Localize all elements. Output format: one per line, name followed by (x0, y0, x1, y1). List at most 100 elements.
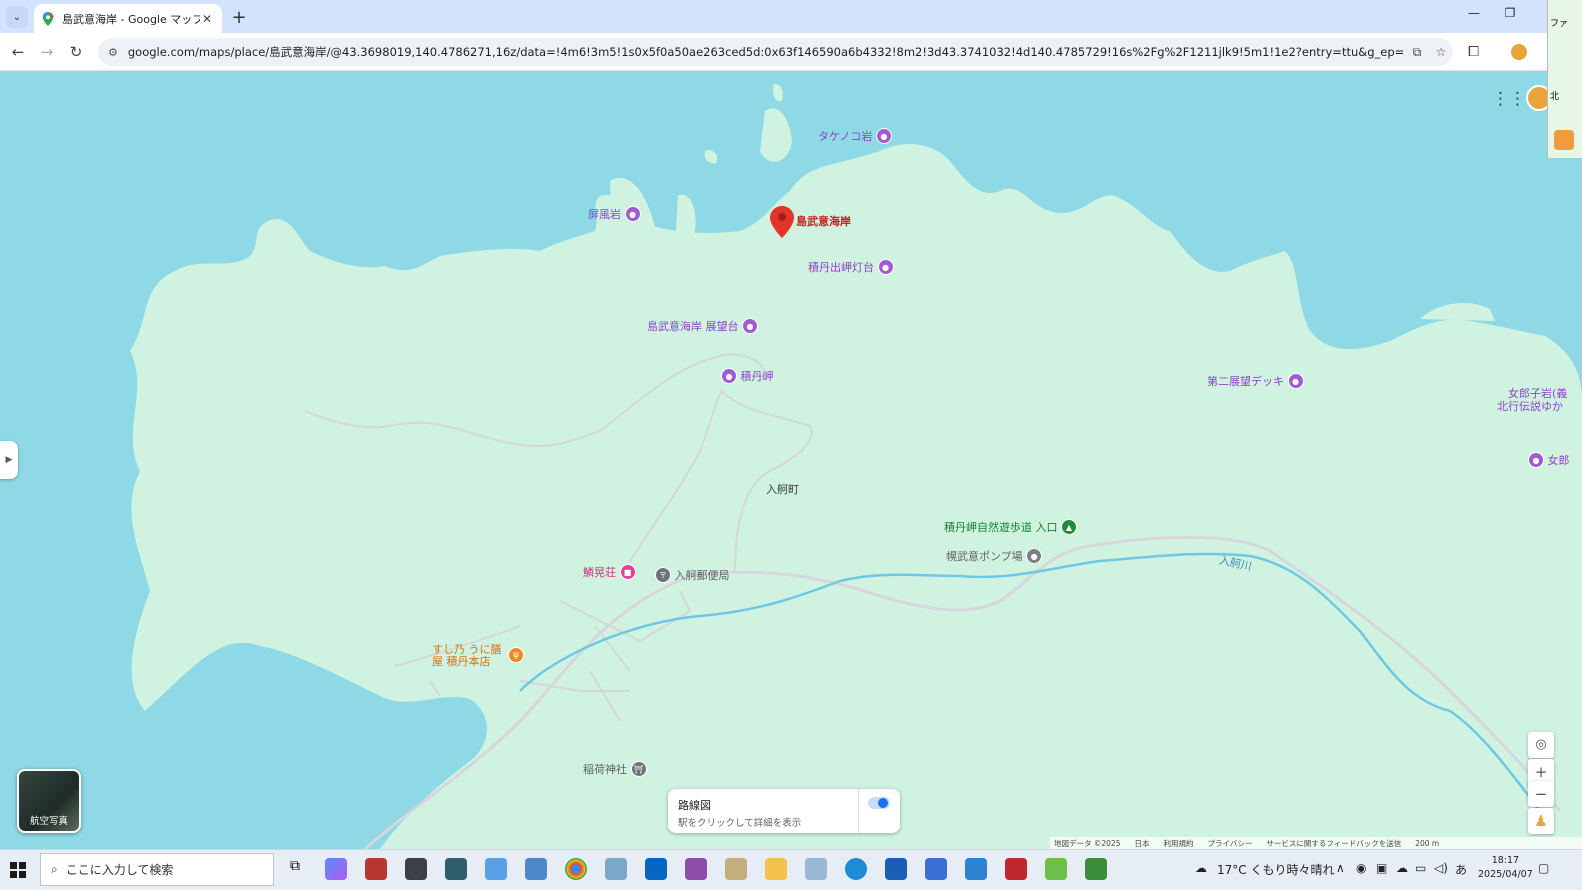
store-icon[interactable] (885, 858, 907, 880)
terms-link[interactable]: 利用規約 (1163, 838, 1193, 849)
poi-label: 鱗晃荘 (583, 566, 616, 579)
weather-icon[interactable]: ☁ (1195, 861, 1207, 875)
post-office-icon: 〒 (655, 567, 671, 583)
forward-icon[interactable]: → (37, 42, 57, 62)
restore-icon[interactable]: ❐ (1500, 6, 1520, 20)
pegman-icon[interactable]: ♟ (1528, 808, 1554, 834)
poi-label: 屋 積丹本店 (432, 655, 491, 668)
privacy-link[interactable]: プライバシー (1207, 838, 1252, 849)
aerial-layer-button[interactable]: 航空写真 (17, 769, 81, 833)
minimize-icon[interactable]: — (1464, 6, 1484, 20)
reload-icon[interactable]: ↻ (66, 42, 86, 62)
poi-label: タケノコ岩 (818, 130, 873, 143)
app-icon-1[interactable] (365, 858, 387, 880)
poi-byobu-rock[interactable]: 屏風岩 ● (588, 206, 641, 222)
app-icon-13[interactable] (1045, 858, 1067, 880)
file-explorer-icon[interactable] (765, 858, 787, 880)
poi-jorou-right[interactable]: ● 女郎 (1528, 452, 1570, 468)
cloud-icon[interactable]: ☁ (1396, 861, 1408, 875)
viewpoint-icon: ● (624, 206, 641, 222)
clock[interactable]: 18:17 2025/04/07 (1478, 854, 1533, 882)
weather-text[interactable]: 17°C くもり時々晴れ (1217, 861, 1334, 878)
app-icon-9[interactable] (805, 858, 827, 880)
poi-ryokan[interactable]: 鱗晃荘 ■ (583, 564, 636, 580)
copilot-icon[interactable] (325, 858, 347, 880)
transit-subtitle: 駅をクリックして詳細を表示 (678, 818, 802, 829)
my-location-icon[interactable]: ◎ (1528, 732, 1554, 758)
poi-label: 第二展望デッキ (1207, 375, 1284, 388)
poi-post-office[interactable]: 〒 入舸郵便局 (655, 567, 730, 583)
tray-chevron-icon[interactable]: ∧ (1336, 861, 1345, 875)
browser-toolbar: ← → ↻ ⚙ google.com/maps/place/島武意海岸/@43.… (0, 33, 1582, 71)
poi-deck2[interactable]: 第二展望デッキ ● (1207, 373, 1304, 389)
app-icon-11[interactable] (965, 858, 987, 880)
poi-shrine[interactable]: 稲荷神社 ⛩ (583, 761, 647, 777)
tab-close-icon[interactable]: ✕ (200, 12, 214, 26)
app-icon-12[interactable] (1005, 858, 1027, 880)
chrome-icon[interactable] (565, 858, 587, 880)
app-icon-7[interactable] (685, 858, 707, 880)
app-icon-14[interactable] (1085, 858, 1107, 880)
poi-label: 島武意海岸 (796, 215, 851, 228)
divider (858, 789, 859, 833)
notification-icon[interactable]: ▢ (1538, 861, 1549, 875)
poi-observatory[interactable]: 島武意海岸 展望台 ● (647, 318, 758, 334)
tab-search-button[interactable]: ⌄ (6, 6, 28, 28)
scale-label[interactable]: 200 m (1415, 839, 1439, 848)
overlapping-window[interactable]: ファ 北 (1547, 0, 1582, 158)
new-tab-button[interactable]: + (230, 7, 248, 28)
app-icon-3[interactable] (445, 858, 467, 880)
site-info-icon[interactable]: ⚙ (108, 46, 118, 59)
windows-start-icon[interactable] (10, 862, 26, 878)
viewpoint-icon: ● (742, 318, 758, 334)
install-app-icon[interactable]: ⧉ (1405, 45, 1429, 60)
poi-pump[interactable]: 幌武意ポンプ場 ● (946, 548, 1043, 564)
app-icon-6[interactable] (605, 858, 627, 880)
address-bar[interactable]: ⚙ google.com/maps/place/島武意海岸/@43.369801… (98, 38, 1453, 66)
outlook-icon[interactable] (645, 858, 667, 880)
country-link[interactable]: 日本 (1134, 838, 1149, 849)
app-icon-4[interactable] (485, 858, 507, 880)
browser-tab[interactable]: 島武意海岸 - Google マップ ✕ (34, 4, 222, 33)
poi-shimamui-coast[interactable]: 島武意海岸 (796, 213, 851, 229)
expand-sidebar-button[interactable]: ▶ (0, 441, 18, 479)
transit-toggle[interactable] (868, 797, 890, 809)
app-icon-2[interactable] (405, 858, 427, 880)
peek-button[interactable] (1554, 130, 1574, 150)
app-icon-8[interactable] (725, 858, 747, 880)
extensions-icon[interactable]: ⧠ (1468, 44, 1479, 60)
poi-takenoko-rock[interactable]: タケノコ岩 ● (818, 128, 892, 144)
location-marker-icon[interactable] (770, 206, 794, 238)
ime-indicator[interactable]: あ (1455, 861, 1467, 878)
poi-jorouko-2[interactable]: 北行伝説ゆか (1497, 398, 1563, 414)
transit-layer-card[interactable]: 路線図 駅をクリックして詳細を表示 (668, 789, 900, 833)
peek-text-1: ファ (1550, 19, 1569, 29)
tray-record-icon[interactable]: ◉ (1356, 861, 1366, 875)
task-view-icon[interactable]: ⧉ (284, 858, 306, 880)
map-canvas[interactable]: 島武意海岸 タケノコ岩 ● 屏風岩 ● 積丹出岬灯台 ● 島武意海岸 展望台 ●… (0, 71, 1582, 849)
shrine-icon: ⛩ (630, 761, 647, 777)
bookmark-star-icon[interactable]: ☆ (1429, 45, 1453, 59)
feedback-link[interactable]: サービスに関するフィードバックを送信 (1266, 838, 1401, 849)
app-icon-5[interactable] (525, 858, 547, 880)
zoom-out-button[interactable]: − (1528, 781, 1554, 807)
taskbar-search[interactable]: ⌕ ここに入力して検索 (40, 853, 274, 886)
poi-nature-trail[interactable]: 積丹岬自然遊歩道 入口 ▲ (944, 519, 1077, 535)
volume-icon[interactable]: ◁) (1434, 861, 1448, 875)
taskbar: ⌕ ここに入力して検索 ⧉ ☁ 17°C くもり時々晴れ ∧ ◉ ▣ ☁ ▭ ◁… (0, 849, 1582, 890)
poi-shakotan-lighthouse[interactable]: 積丹出岬灯台 ● (808, 259, 894, 275)
tray-app-icon[interactable]: ▣ (1376, 861, 1387, 875)
viewpoint-icon: ● (877, 259, 894, 275)
back-icon[interactable]: ← (8, 42, 28, 62)
poi-label: 積丹岬 (740, 370, 774, 383)
poi-label: 稲荷神社 (583, 763, 627, 776)
network-icon[interactable]: ▭ (1415, 861, 1426, 875)
edge-icon[interactable] (845, 858, 867, 880)
poi-shakotan-misaki[interactable]: ● 積丹岬 (721, 368, 774, 384)
poi-restaurant[interactable]: すし乃 うに膳屋 積丹本店 (432, 644, 502, 668)
poi-label: 島武意海岸 展望台 (647, 320, 739, 333)
pin-icon: ● (1026, 548, 1043, 564)
app-icon-10[interactable] (925, 858, 947, 880)
town-label: 入舸町 (766, 483, 799, 496)
profile-avatar[interactable] (1511, 44, 1527, 60)
